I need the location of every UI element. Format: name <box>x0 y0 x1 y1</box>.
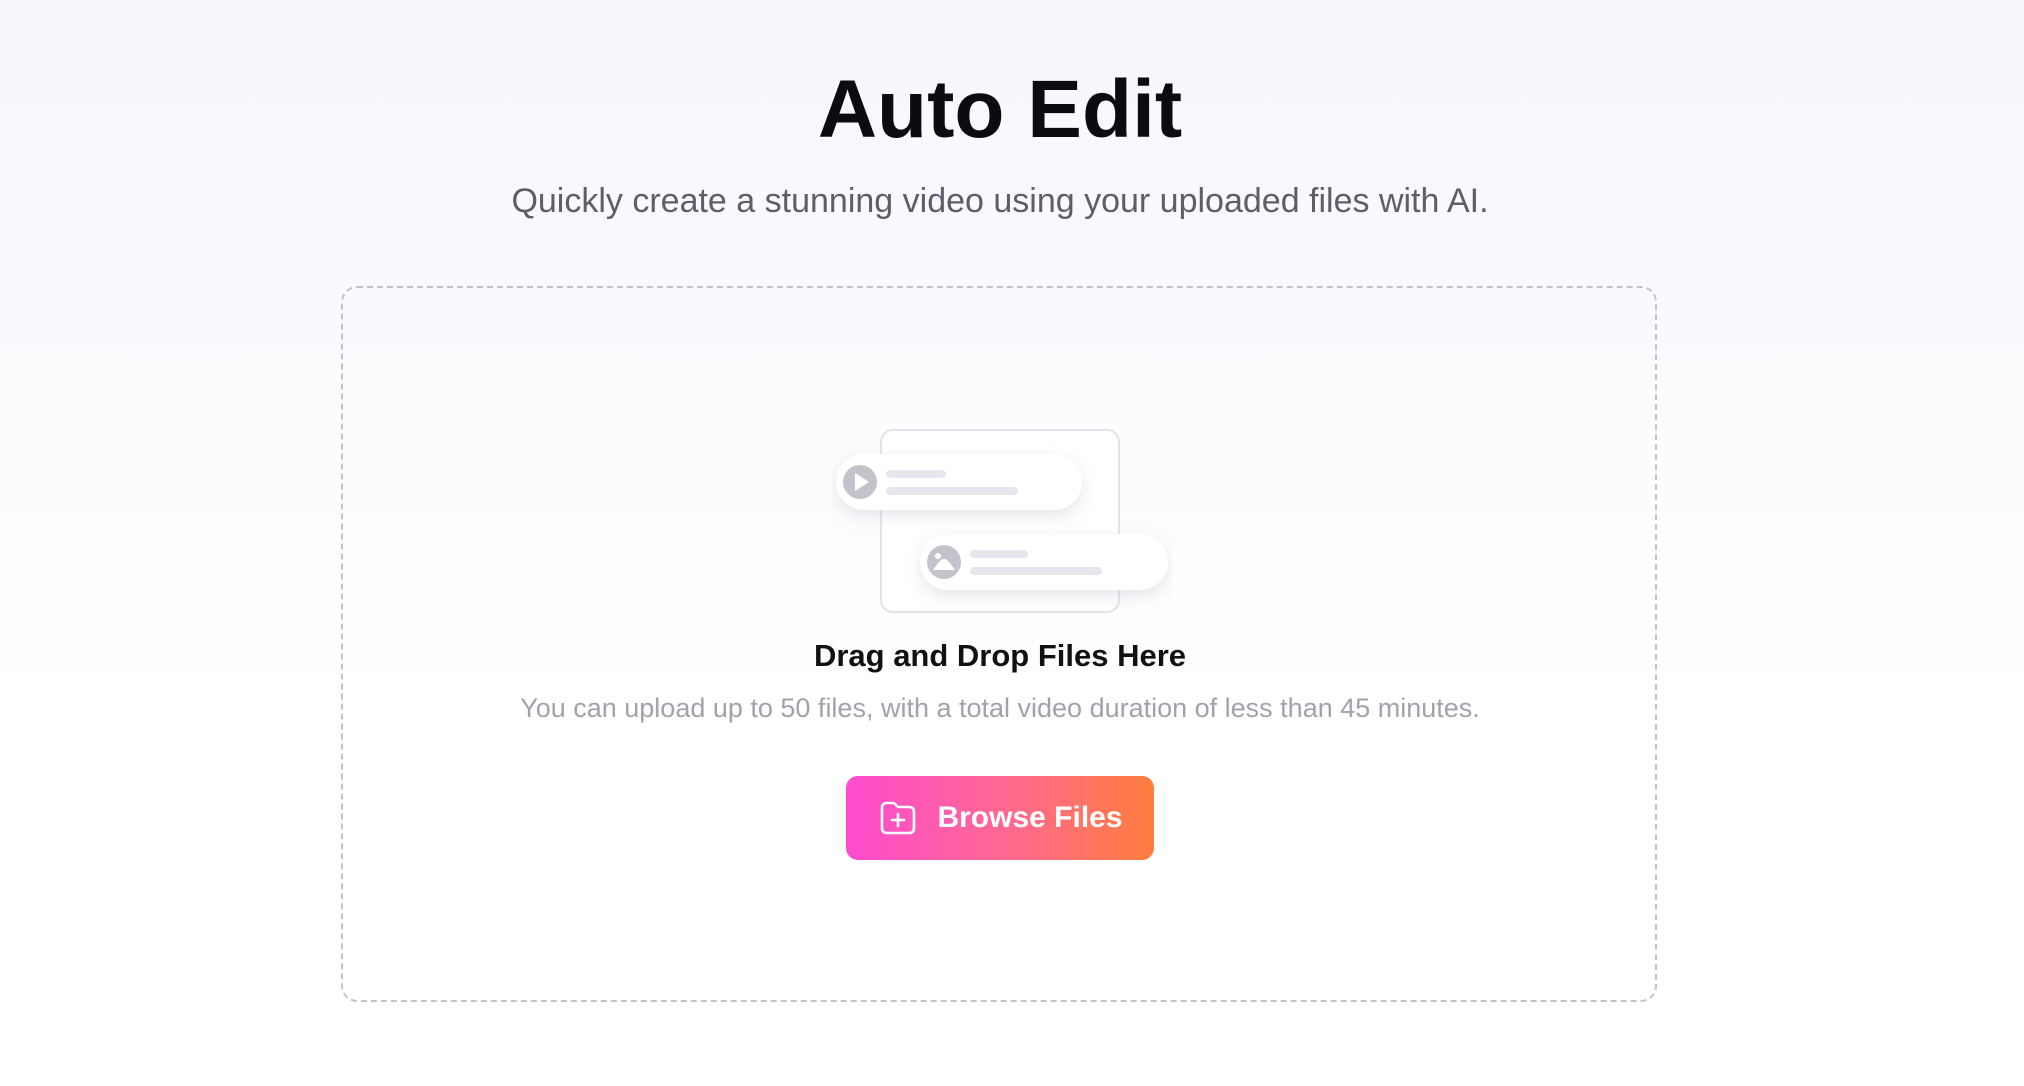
play-icon <box>843 465 877 499</box>
drop-title: Drag and Drop Files Here <box>813 638 1187 673</box>
page-subtitle: Quickly create a stunning video using yo… <box>511 182 1489 220</box>
page: Auto Edit Quickly create a stunning vide… <box>0 0 2024 1086</box>
browse-files-label: Browse Files <box>937 801 1123 834</box>
drop-hint: You can upload up to 50 files, with a to… <box>520 693 1480 723</box>
folder-plus-icon <box>881 801 916 835</box>
upload-illustration <box>836 429 1168 613</box>
browse-files-button[interactable]: Browse Files <box>846 776 1154 860</box>
video-file-card <box>836 454 1082 510</box>
image-file-card <box>920 534 1168 590</box>
image-icon <box>927 545 961 579</box>
page-title: Auto Edit <box>817 64 1183 155</box>
